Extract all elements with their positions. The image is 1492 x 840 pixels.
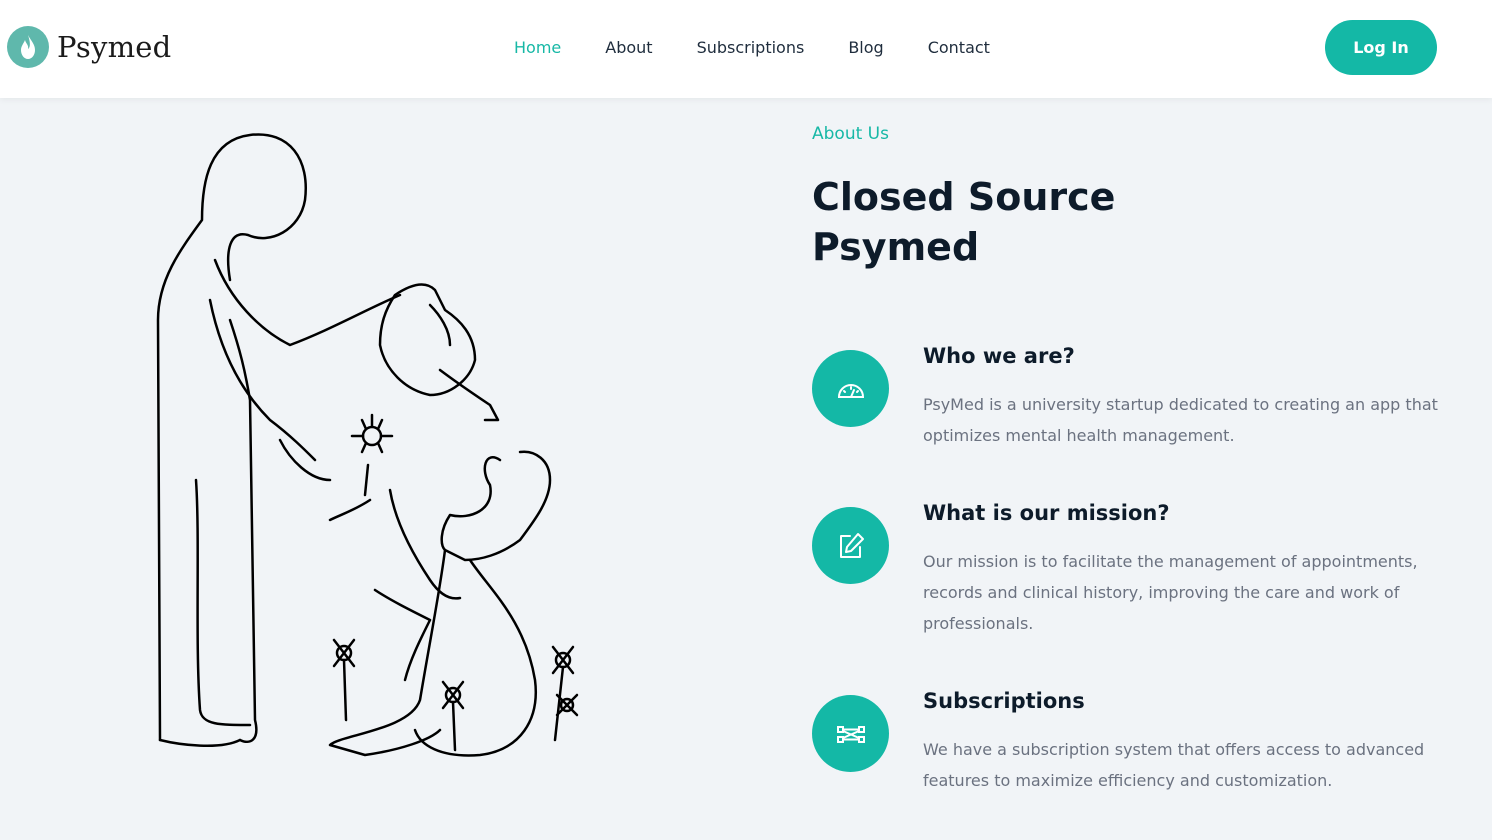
feature-title: Who we are? <box>923 344 1075 368</box>
feature-title: What is our mission? <box>923 501 1170 525</box>
nav-contact[interactable]: Contact <box>928 38 990 57</box>
edit-note-icon <box>812 507 889 584</box>
feature-title: Subscriptions <box>923 689 1085 713</box>
section-eyebrow: About Us <box>812 124 889 144</box>
brand-logo[interactable]: Psymed <box>7 26 171 68</box>
speedometer-icon <box>812 350 889 427</box>
nav-subscriptions[interactable]: Subscriptions <box>697 38 805 57</box>
flame-leaf-icon <box>7 26 49 68</box>
care-illustration <box>140 120 620 770</box>
feature-description: PsyMed is a university startup dedicated… <box>923 395 1438 445</box>
login-button[interactable]: Log In <box>1325 20 1437 75</box>
nav-about[interactable]: About <box>605 38 652 57</box>
nodes-icon <box>812 695 889 772</box>
brand-name: Psymed <box>57 30 172 64</box>
section-title: Closed Source Psymed <box>812 175 1116 269</box>
feature-description: We have a subscription system that offer… <box>923 740 1425 790</box>
nav-home[interactable]: Home <box>514 38 561 57</box>
main-nav: Home About Subscriptions Blog Contact <box>514 38 1034 57</box>
feature-description: Our mission is to facilitate the managem… <box>923 552 1418 633</box>
top-navbar: Psymed Home About Subscriptions Blog Con… <box>0 0 1492 98</box>
nav-blog[interactable]: Blog <box>848 38 883 57</box>
